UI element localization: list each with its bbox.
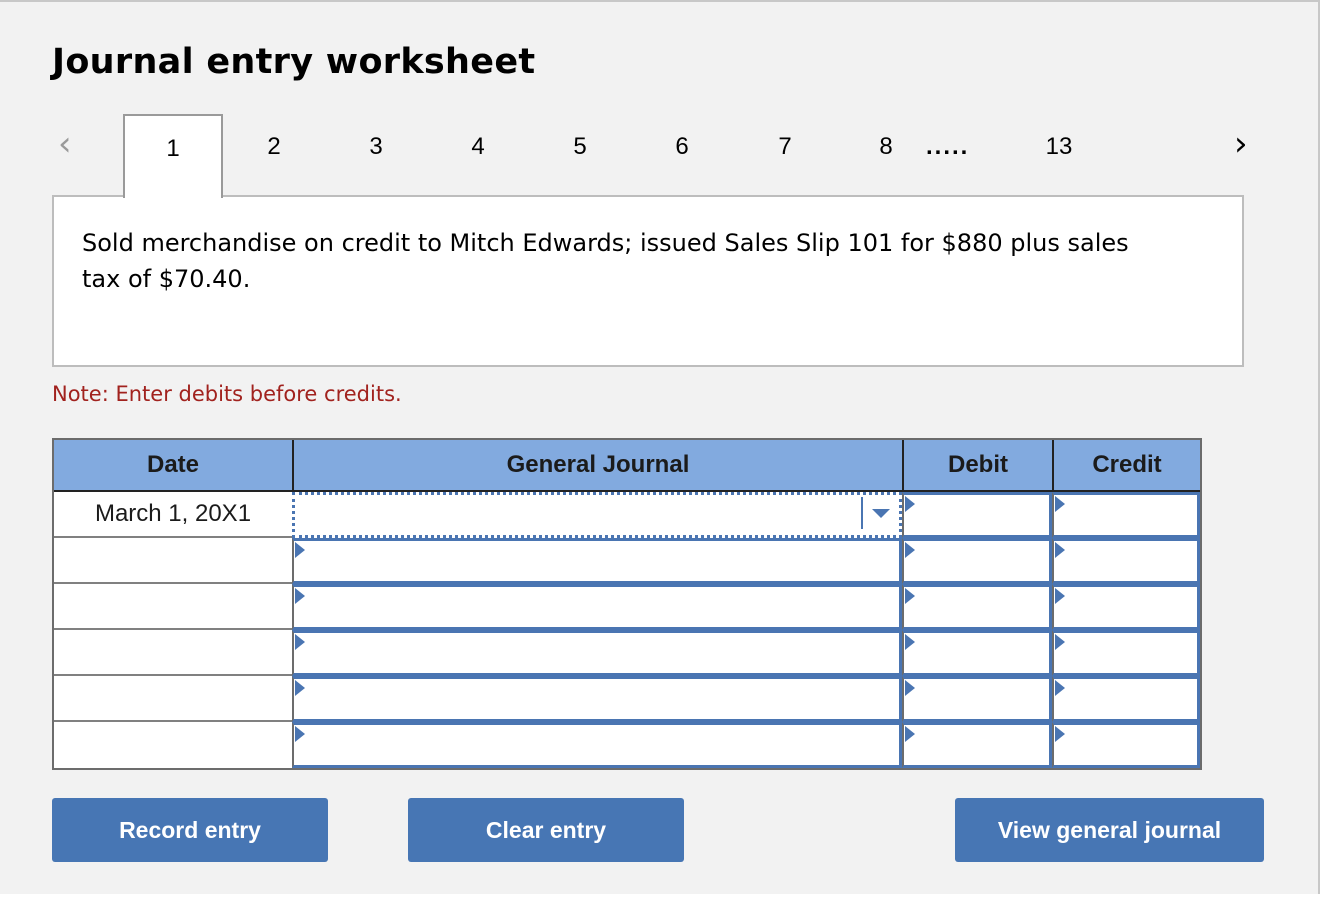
flag-icon <box>1055 634 1065 650</box>
page-title: Journal entry worksheet <box>52 42 536 82</box>
date-cell <box>54 538 292 584</box>
tab-6[interactable]: 6 <box>632 114 732 196</box>
flag-icon <box>295 680 305 696</box>
account-input[interactable] <box>292 676 902 722</box>
clear-entry-button[interactable]: Clear entry <box>408 798 684 862</box>
tab-5[interactable]: 5 <box>530 114 630 196</box>
credit-input[interactable] <box>1052 584 1200 630</box>
debit-input[interactable] <box>902 630 1052 676</box>
account-input[interactable] <box>292 630 902 676</box>
tab-8[interactable]: 8 <box>836 114 936 196</box>
date-cell <box>54 676 292 722</box>
tab-7[interactable]: 7 <box>735 114 835 196</box>
account-input[interactable] <box>292 584 902 630</box>
journal-row: March 1, 20X1 <box>54 492 1200 538</box>
chevron-left-icon[interactable]: ‹ <box>58 124 72 164</box>
note-text: Note: Enter debits before credits. <box>52 382 402 406</box>
flag-icon <box>295 634 305 650</box>
header-debit: Debit <box>902 440 1052 490</box>
tab-ellipsis: ..... <box>926 133 970 160</box>
credit-input[interactable] <box>1052 492 1200 538</box>
header-general-journal: General Journal <box>292 440 902 490</box>
entry-pagination: ‹ 1 2 3 4 5 6 7 8 ..... 13 › <box>0 114 1320 198</box>
flag-icon <box>1055 542 1065 558</box>
flag-icon <box>1055 680 1065 696</box>
journal-header-row: Date General Journal Debit Credit <box>54 440 1200 492</box>
record-entry-button[interactable]: Record entry <box>52 798 328 862</box>
account-input[interactable] <box>292 538 902 584</box>
credit-input[interactable] <box>1052 722 1200 768</box>
date-cell <box>54 630 292 676</box>
date-cell <box>54 584 292 630</box>
credit-input[interactable] <box>1052 630 1200 676</box>
header-credit: Credit <box>1052 440 1200 490</box>
journal-row <box>54 538 1200 584</box>
flag-icon <box>1055 496 1065 512</box>
flag-icon <box>905 680 915 696</box>
account-select[interactable] <box>292 492 902 538</box>
debit-input[interactable] <box>902 492 1052 538</box>
tab-2[interactable]: 2 <box>224 114 324 196</box>
flag-icon <box>295 726 305 742</box>
flag-icon <box>905 588 915 604</box>
journal-row <box>54 676 1200 722</box>
tab-1[interactable]: 1 <box>123 114 223 198</box>
tab-13[interactable]: 13 <box>1009 114 1109 196</box>
journal-row <box>54 722 1200 768</box>
journal-table: Date General Journal Debit Credit March … <box>52 438 1202 770</box>
tab-3[interactable]: 3 <box>326 114 426 196</box>
transaction-description-box: Sold merchandise on credit to Mitch Edwa… <box>52 195 1244 367</box>
flag-icon <box>905 726 915 742</box>
date-cell <box>54 722 292 768</box>
flag-icon <box>295 542 305 558</box>
journal-row <box>54 630 1200 676</box>
journal-row <box>54 584 1200 630</box>
chevron-down-icon[interactable] <box>872 509 890 518</box>
debit-input[interactable] <box>902 676 1052 722</box>
flag-icon <box>295 588 305 604</box>
chevron-right-icon[interactable]: › <box>1234 124 1248 164</box>
date-cell: March 1, 20X1 <box>54 492 292 538</box>
debit-input[interactable] <box>902 722 1052 768</box>
flag-icon <box>905 496 915 512</box>
debit-input[interactable] <box>902 538 1052 584</box>
flag-icon <box>1055 726 1065 742</box>
header-date: Date <box>146 451 200 478</box>
dropdown-separator <box>861 497 863 529</box>
flag-icon <box>905 634 915 650</box>
transaction-description: Sold merchandise on credit to Mitch Edwa… <box>82 229 1129 293</box>
worksheet-panel: Journal entry worksheet ‹ 1 2 3 4 5 6 7 … <box>0 0 1320 894</box>
view-general-journal-button[interactable]: View general journal <box>955 798 1264 862</box>
flag-icon <box>1055 588 1065 604</box>
debit-input[interactable] <box>902 584 1052 630</box>
credit-input[interactable] <box>1052 538 1200 584</box>
flag-icon <box>905 542 915 558</box>
tab-4[interactable]: 4 <box>428 114 528 196</box>
credit-input[interactable] <box>1052 676 1200 722</box>
account-input[interactable] <box>292 722 902 768</box>
